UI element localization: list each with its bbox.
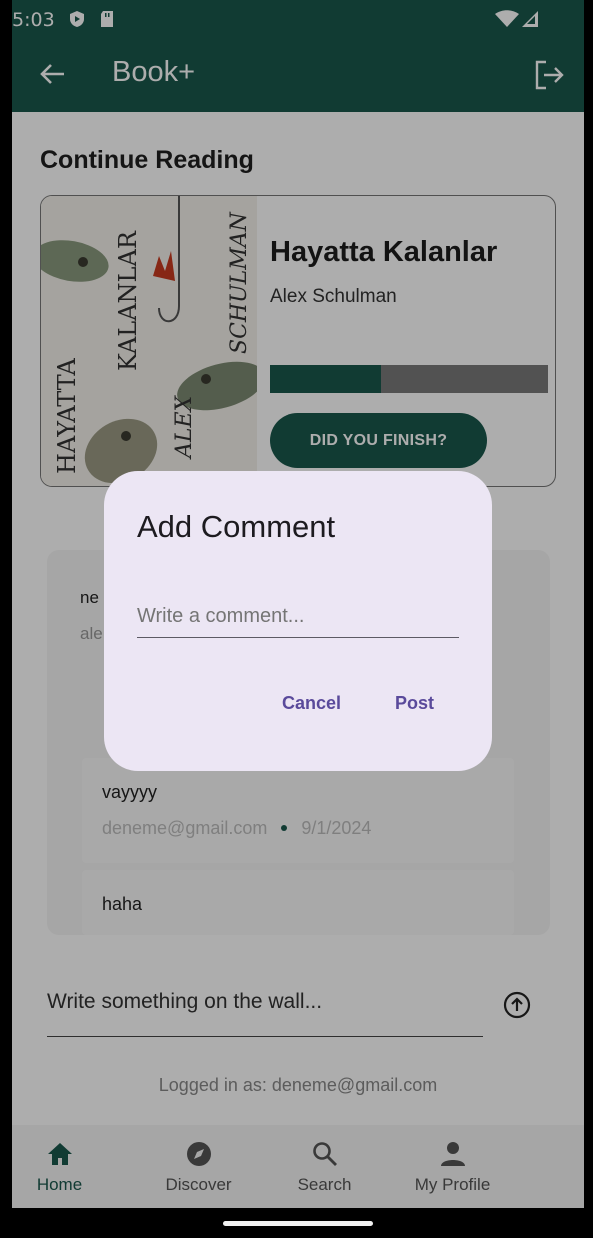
dialog-title: Add Comment (137, 509, 336, 544)
post-button[interactable]: Post (395, 693, 434, 714)
add-comment-dialog: Add Comment Cancel Post (104, 471, 492, 771)
cancel-button[interactable]: Cancel (282, 693, 341, 714)
home-gesture-pill[interactable] (223, 1221, 373, 1226)
app-screen: 5:03 Book+ Continue Reading HAYATTA KALA… (12, 0, 584, 1208)
comment-input[interactable] (137, 596, 459, 638)
